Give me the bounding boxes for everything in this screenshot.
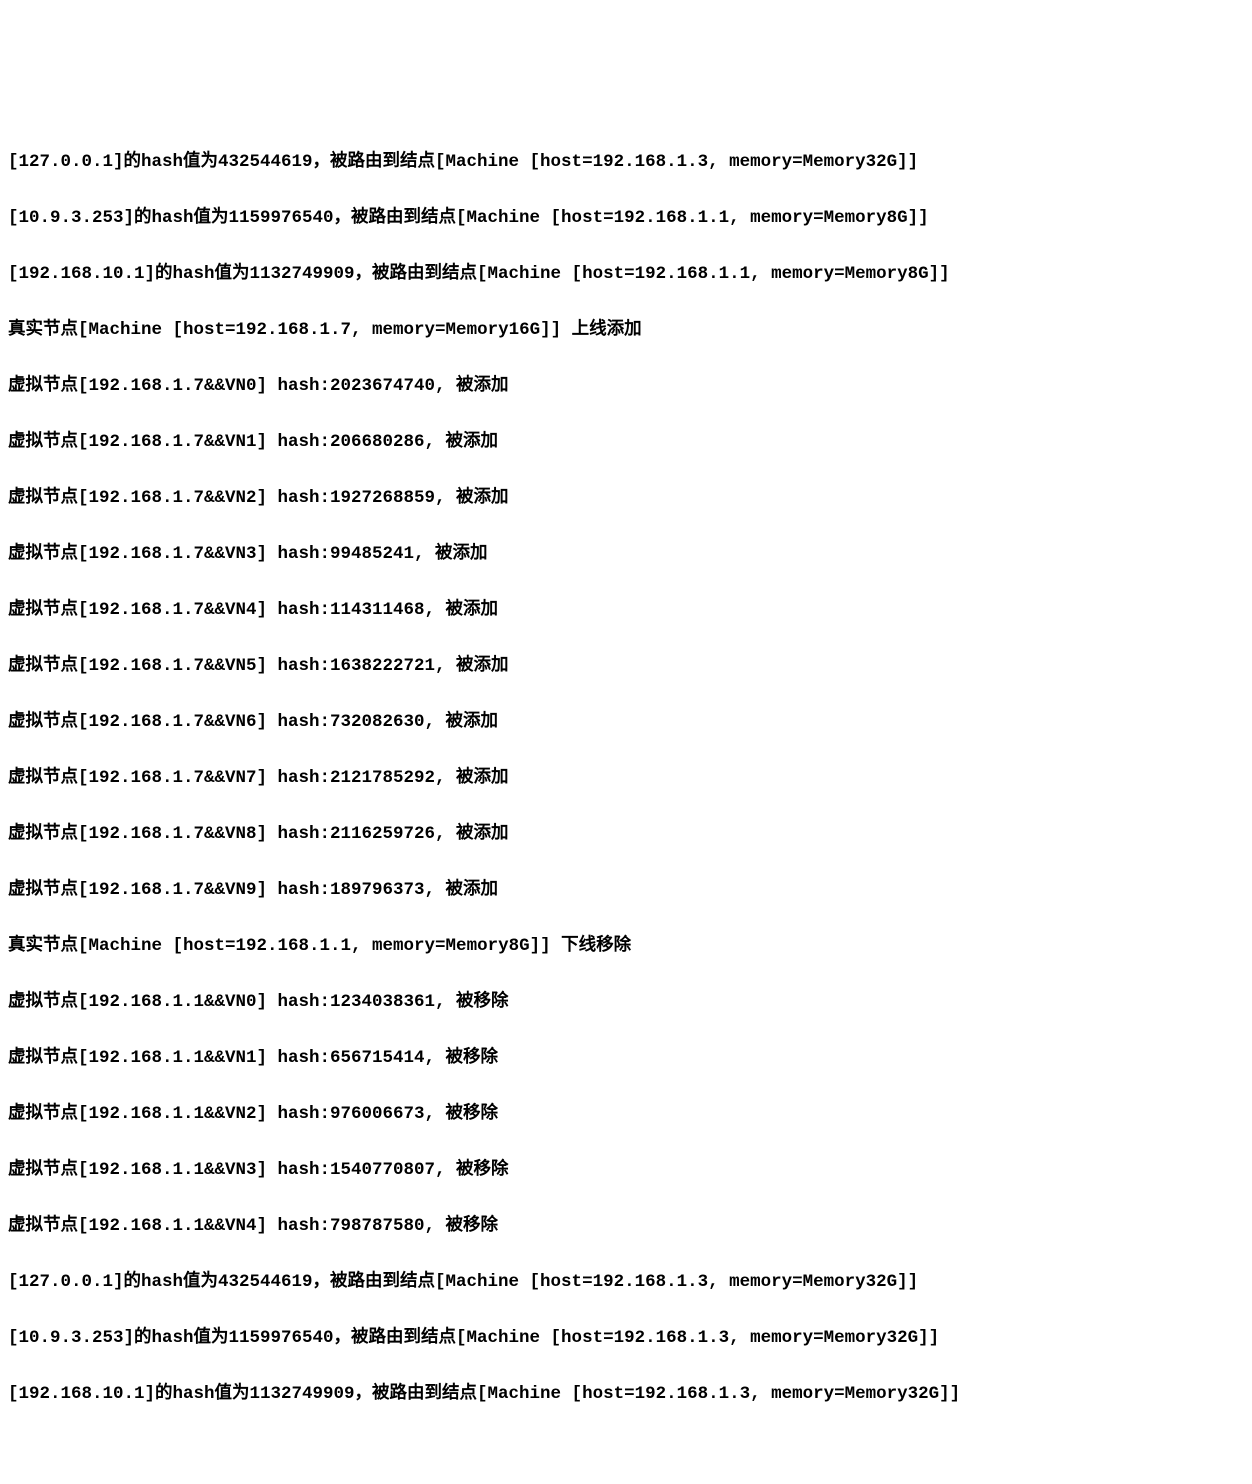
console-line: [127.0.0.1]的hash值为432544619，被路由到结点[Machi…: [8, 1268, 1244, 1296]
console-line: 虚拟节点[192.168.1.7&&VN2] hash:1927268859, …: [8, 484, 1244, 512]
console-line: [127.0.0.1]的hash值为432544619，被路由到结点[Machi…: [8, 148, 1244, 176]
console-line: 虚拟节点[192.168.1.1&&VN1] hash:656715414, 被…: [8, 1044, 1244, 1072]
console-line: [192.168.10.1]的hash值为1132749909，被路由到结点[M…: [8, 1380, 1244, 1408]
console-line: 虚拟节点[192.168.1.1&&VN3] hash:1540770807, …: [8, 1156, 1244, 1184]
console-output: [127.0.0.1]的hash值为432544619，被路由到结点[Machi…: [8, 120, 1244, 1436]
console-line: 真实节点[Machine [host=192.168.1.1, memory=M…: [8, 932, 1244, 960]
console-line: 虚拟节点[192.168.1.7&&VN6] hash:732082630, 被…: [8, 708, 1244, 736]
console-line: 虚拟节点[192.168.1.1&&VN4] hash:798787580, 被…: [8, 1212, 1244, 1240]
console-line: 虚拟节点[192.168.1.7&&VN8] hash:2116259726, …: [8, 820, 1244, 848]
console-line: 虚拟节点[192.168.1.7&&VN1] hash:206680286, 被…: [8, 428, 1244, 456]
console-line: 虚拟节点[192.168.1.7&&VN9] hash:189796373, 被…: [8, 876, 1244, 904]
console-line: 虚拟节点[192.168.1.1&&VN2] hash:976006673, 被…: [8, 1100, 1244, 1128]
console-line: 虚拟节点[192.168.1.7&&VN3] hash:99485241, 被添…: [8, 540, 1244, 568]
console-line: 虚拟节点[192.168.1.7&&VN5] hash:1638222721, …: [8, 652, 1244, 680]
console-line: 真实节点[Machine [host=192.168.1.7, memory=M…: [8, 316, 1244, 344]
console-line: 虚拟节点[192.168.1.7&&VN7] hash:2121785292, …: [8, 764, 1244, 792]
console-line: [10.9.3.253]的hash值为1159976540，被路由到结点[Mac…: [8, 204, 1244, 232]
console-line: 虚拟节点[192.168.1.7&&VN0] hash:2023674740, …: [8, 372, 1244, 400]
console-line: 虚拟节点[192.168.1.1&&VN0] hash:1234038361, …: [8, 988, 1244, 1016]
console-line: 虚拟节点[192.168.1.7&&VN4] hash:114311468, 被…: [8, 596, 1244, 624]
console-line: [192.168.10.1]的hash值为1132749909，被路由到结点[M…: [8, 260, 1244, 288]
console-line: [10.9.3.253]的hash值为1159976540，被路由到结点[Mac…: [8, 1324, 1244, 1352]
